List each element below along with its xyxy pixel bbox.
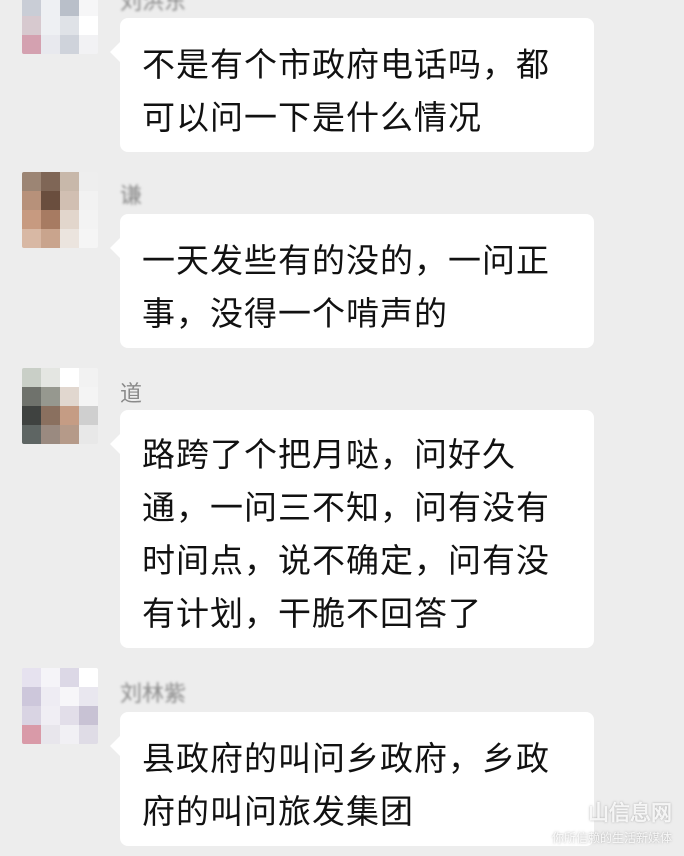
watermark-title: 山信息网: [588, 801, 672, 825]
sender-name: 刘林紫: [120, 682, 187, 707]
avatar-pixel: [60, 406, 79, 425]
avatar-pixel: [41, 16, 60, 35]
avatar-pixel: [41, 425, 60, 444]
avatar-pixel: [41, 706, 60, 725]
avatar-pixel: [60, 668, 79, 687]
avatar-pixel: [22, 191, 41, 210]
message-bubble[interactable]: 一天发些有的没的，一问正事，没得一个啃声的: [110, 214, 594, 348]
sender-name: 刘洪东: [120, 0, 187, 15]
avatar-pixel: [79, 668, 98, 687]
avatar-pixel: [79, 687, 98, 706]
avatar-pixel: [22, 687, 41, 706]
avatar-pixel: [22, 668, 41, 687]
avatar-pixel: [41, 368, 60, 387]
avatar-pixel: [79, 387, 98, 406]
avatar-pixel: [22, 16, 41, 35]
sender-name: 谦: [120, 184, 143, 209]
avatar-pixel: [60, 16, 79, 35]
avatar-pixel: [60, 368, 79, 387]
avatar-pixel: [60, 172, 79, 191]
avatar-pixel: [41, 35, 60, 54]
avatar-pixel: [79, 425, 98, 444]
avatar-pixel: [60, 0, 79, 16]
avatar[interactable]: [22, 172, 98, 248]
avatar-pixel: [22, 387, 41, 406]
avatar-pixel: [22, 425, 41, 444]
message-bubble[interactable]: 不是有个市政府电话吗，都可以问一下是什么情况: [110, 18, 594, 152]
avatar-pixel: [60, 210, 79, 229]
avatar-pixel: [41, 172, 60, 191]
avatar-pixel: [60, 687, 79, 706]
avatar[interactable]: [22, 0, 98, 54]
avatar-pixel: [79, 172, 98, 191]
avatar-pixel: [41, 191, 60, 210]
message-bubble[interactable]: 县政府的叫问乡政府，乡政府的叫问旅发集团: [110, 712, 594, 846]
avatar[interactable]: [22, 368, 98, 444]
avatar-pixel: [79, 368, 98, 387]
avatar-pixel: [79, 406, 98, 425]
avatar-pixel: [22, 0, 41, 16]
logo-icon: [558, 801, 584, 827]
avatar-pixel: [60, 425, 79, 444]
avatar-pixel: [60, 229, 79, 248]
avatar-pixel: [41, 387, 60, 406]
avatar-pixel: [22, 35, 41, 54]
avatar-pixel: [60, 706, 79, 725]
avatar-pixel: [79, 35, 98, 54]
avatar-pixel: [41, 725, 60, 744]
avatar-pixel: [79, 0, 98, 16]
avatar-pixel: [41, 668, 60, 687]
sender-name: 道: [120, 382, 143, 407]
avatar-pixel: [79, 706, 98, 725]
avatar-pixel: [60, 725, 79, 744]
avatar-pixel: [41, 0, 60, 16]
avatar-pixel: [79, 191, 98, 210]
avatar-pixel: [79, 16, 98, 35]
watermark: 山信息网 你所信赖的生活新媒体: [552, 797, 672, 846]
avatar-pixel: [79, 229, 98, 248]
avatar-pixel: [22, 210, 41, 229]
avatar-pixel: [41, 687, 60, 706]
avatar-pixel: [79, 725, 98, 744]
avatar-pixel: [41, 210, 60, 229]
avatar-pixel: [79, 210, 98, 229]
avatar-pixel: [60, 35, 79, 54]
avatar-pixel: [22, 368, 41, 387]
watermark-subtitle: 你所信赖的生活新媒体: [551, 831, 672, 845]
avatar-pixel: [22, 406, 41, 425]
avatar-pixel: [22, 706, 41, 725]
avatar-pixel: [60, 387, 79, 406]
avatar-pixel: [60, 191, 79, 210]
message-bubble[interactable]: 路跨了个把月哒，问好久通，一问三不知，问有没有时间点，说不确定，问有没有计划，干…: [110, 410, 594, 648]
avatar-pixel: [41, 229, 60, 248]
avatar-pixel: [22, 172, 41, 191]
avatar-pixel: [22, 229, 41, 248]
avatar-pixel: [41, 406, 60, 425]
avatar-pixel: [22, 725, 41, 744]
avatar[interactable]: [22, 668, 98, 744]
